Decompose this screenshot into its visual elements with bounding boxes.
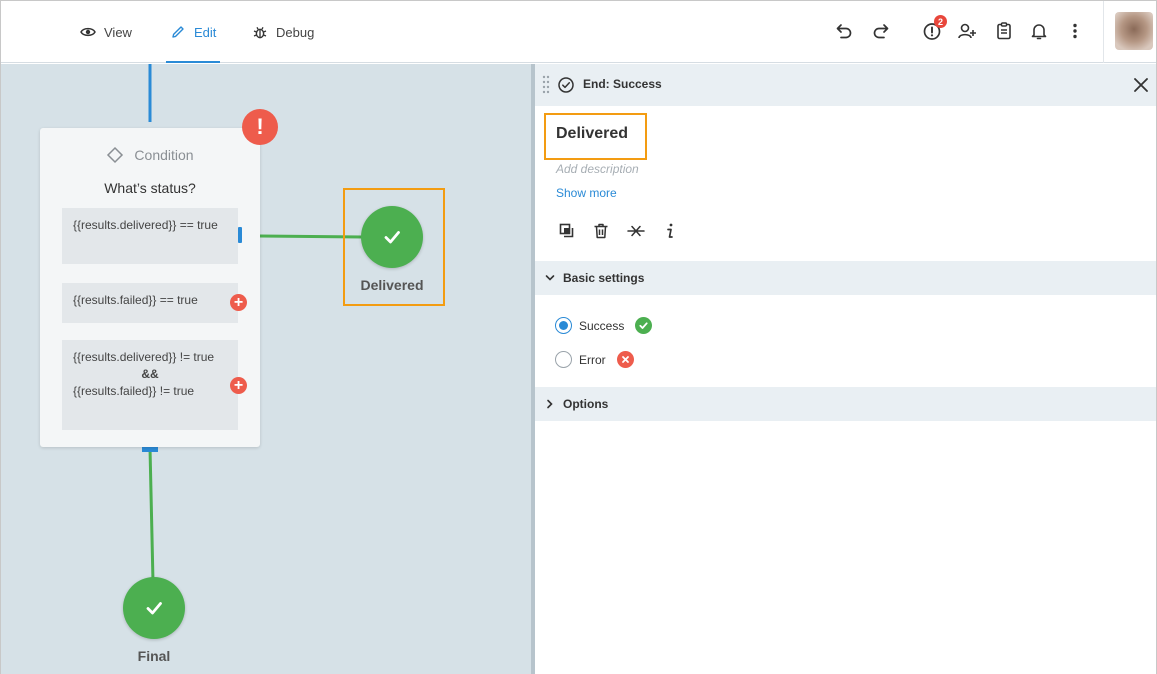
section-label: Basic settings [563,271,645,285]
status-option-success[interactable]: Success [555,317,653,334]
condition-branch-other[interactable]: {{results.delivered}} != true && {{resul… [62,340,238,430]
branch-port-delivered[interactable] [238,227,242,243]
checkmark-icon [146,602,162,615]
status-label: Error [579,352,606,367]
condition-type-label: Condition [134,147,194,163]
duplicate-button[interactable] [556,220,578,242]
error-status-icon [616,351,634,368]
eye-icon [80,27,96,37]
status-option-error[interactable]: Error [555,351,634,368]
alerts-badge: 2 [934,15,947,28]
pencil-icon [172,26,184,38]
end-node-final[interactable]: Final [103,577,205,664]
radio-unselected[interactable] [555,351,572,368]
bug-icon [253,26,267,39]
disconnect-icon [627,225,645,237]
condition-text: {{results.delivered}} == true [73,218,218,232]
top-toolbar: View Edit Debug 2 [1,1,1156,63]
notifications-button[interactable] [1026,18,1052,44]
description-field[interactable]: Add description [556,162,639,176]
undo-icon [836,24,852,39]
condition-node[interactable]: Condition What’s status? {{results.deliv… [40,128,260,447]
properties-panel: End: Success Delivered Add description S… [535,64,1156,674]
copy-icon [559,223,574,238]
error-indicator[interactable]: ! [242,109,278,145]
clipboard-icon [997,22,1011,40]
flow-canvas[interactable]: Condition What’s status? {{results.deliv… [1,64,531,674]
more-icon [1073,23,1077,39]
delete-button[interactable] [590,220,612,242]
final-connector [148,447,155,583]
end-node-circle [123,577,185,639]
condition-operator: && [141,367,159,381]
add-branch-button[interactable]: + [230,294,247,311]
end-node-circle [361,206,423,268]
end-node-label: Delivered [360,277,424,293]
bell-icon [1031,24,1047,40]
success-status-icon [635,317,653,334]
tab-view-label: View [104,24,132,40]
condition-text: {{results.delivered}} != true [73,350,215,364]
info-icon [667,223,673,238]
tab-edit[interactable]: Edit [165,1,221,63]
toolbar-divider [1103,1,1104,63]
radio-selected[interactable] [555,317,572,334]
info-button[interactable] [659,220,681,242]
node-name: Delivered [556,125,629,142]
diamond-icon [107,146,124,164]
section-basic-settings[interactable]: Basic settings [535,261,1156,295]
add-branch-button[interactable]: + [230,377,247,394]
end-node-delivered[interactable]: Delivered [341,206,443,293]
chevron-right-icon [547,399,553,409]
redo-button[interactable] [868,18,894,44]
condition-title: What’s status? [104,180,196,196]
condition-text: {{results.failed}} != true [73,384,195,398]
condition-header: Condition [40,146,260,164]
more-button[interactable] [1062,18,1088,44]
checkmark-icon [384,231,400,244]
section-label: Options [563,397,609,411]
condition-text: {{results.failed}} == true [73,293,198,307]
check-circle-icon [558,77,574,93]
drag-handle-icon[interactable] [541,74,551,96]
tab-debug-label: Debug [276,24,315,40]
clipboard-button[interactable] [991,18,1017,44]
section-options[interactable]: Options [535,387,1156,421]
node-name-field[interactable]: Delivered [544,113,647,160]
undo-button[interactable] [831,18,857,44]
bottom-port [142,447,158,452]
tab-view[interactable]: View [80,1,132,63]
panel-title: End: Success [583,77,662,91]
condition-branch-failed[interactable]: {{results.failed}} == true [62,283,238,323]
trash-icon [594,223,608,239]
show-more-link[interactable]: Show more [556,186,617,200]
add-user-button[interactable] [954,18,980,44]
condition-branch-delivered[interactable]: {{results.delivered}} == true [62,208,238,264]
close-icon[interactable] [1132,76,1150,94]
tab-edit-label: Edit [194,24,217,40]
status-label: Success [579,318,625,333]
avatar[interactable] [1115,12,1153,50]
redo-icon [873,24,889,39]
add-user-icon [958,23,976,39]
panel-header: End: Success [535,64,1156,106]
disconnect-button[interactable] [625,220,647,242]
alerts-button[interactable]: 2 [919,15,947,44]
chevron-down-icon [545,275,555,281]
end-node-label: Final [137,648,171,664]
tab-debug[interactable]: Debug [252,1,314,63]
